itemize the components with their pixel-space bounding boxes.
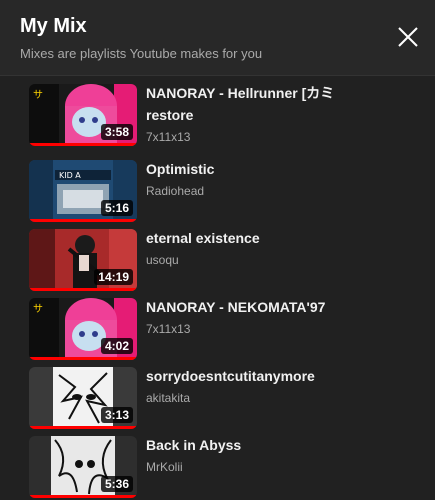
duration-badge: 14:19 [94, 269, 133, 285]
my-mix-panel: My Mix Mixes are playlists Youtube makes… [0, 0, 435, 500]
svg-text:サ: サ [33, 303, 43, 315]
video-title-line: restore [146, 107, 194, 123]
panel-header: My Mix Mixes are playlists Youtube makes… [0, 0, 435, 76]
channel-name[interactable]: Radiohead [146, 184, 416, 198]
channel-name[interactable]: akitakita [146, 391, 416, 405]
video-thumbnail[interactable]: サ 3:58 [29, 84, 137, 146]
video-thumbnail[interactable]: 5:36 [29, 436, 137, 498]
video-title-line: NANORAY - Hellrunner [カミ [146, 85, 335, 101]
duration-badge: 4:02 [100, 338, 133, 354]
duration-badge: 5:36 [100, 476, 133, 492]
video-info: eternal existence usoqu [146, 229, 416, 267]
video-info: NANORAY - NEKOMATA'97 7x11x13 [146, 298, 416, 336]
video-thumbnail[interactable]: サ 4:02 [29, 298, 137, 360]
playlist-item[interactable]: サ 4:02 NANORAY - NEKOMATA'97 7x11x13 [29, 298, 424, 360]
video-info: Optimistic Radiohead [146, 160, 416, 198]
video-info: NANORAY - Hellrunner [カミ restore 7x11x13 [146, 84, 416, 144]
panel-title: My Mix [20, 15, 87, 37]
playlist-item[interactable]: KID A 5:16 Optimistic Radiohead [29, 160, 424, 222]
playlist-item[interactable]: サ 3:58 NANORAY - Hellrunner [カミ restore … [29, 84, 424, 146]
duration-badge: 3:13 [100, 407, 133, 423]
video-title[interactable]: sorrydoesntcutitanymore [146, 365, 416, 387]
video-thumbnail[interactable]: KID A 5:16 [29, 160, 137, 222]
video-title[interactable]: NANORAY - NEKOMATA'97 [146, 296, 416, 318]
video-title[interactable]: Optimistic [146, 158, 416, 180]
watch-progress-bar [29, 426, 137, 429]
playlist-list: サ 3:58 NANORAY - Hellrunner [カミ restore … [0, 76, 435, 500]
playlist-item[interactable]: 5:36 Back in Abyss MrKolii [29, 436, 424, 498]
video-thumbnail[interactable]: 3:13 [29, 367, 137, 429]
channel-name[interactable]: MrKolii [146, 460, 416, 474]
video-title[interactable]: Back in Abyss [146, 434, 416, 456]
close-icon[interactable] [395, 24, 421, 50]
panel-subtitle: Mixes are playlists Youtube makes for yo… [20, 46, 263, 61]
video-title[interactable]: eternal existence [146, 227, 416, 249]
playlist-item[interactable]: 14:19 eternal existence usoqu [29, 229, 424, 291]
watch-progress-bar [29, 495, 137, 498]
playlist-item[interactable]: 3:13 sorrydoesntcutitanymore akitakita [29, 367, 424, 429]
video-thumbnail[interactable]: 14:19 [29, 229, 137, 291]
video-info: sorrydoesntcutitanymore akitakita [146, 367, 416, 405]
watch-progress-bar [29, 357, 137, 360]
duration-badge: 3:58 [100, 124, 133, 140]
watch-progress-bar [29, 143, 137, 146]
watch-progress-bar [29, 288, 137, 291]
channel-name[interactable]: usoqu [146, 253, 416, 267]
video-info: Back in Abyss MrKolii [146, 436, 416, 474]
svg-text:サ: サ [33, 89, 43, 101]
channel-name[interactable]: 7x11x13 [146, 322, 416, 336]
watch-progress-bar [29, 219, 137, 222]
duration-badge: 5:16 [100, 200, 133, 216]
svg-text:KID A: KID A [59, 171, 81, 180]
video-title[interactable]: NANORAY - Hellrunner [カミ restore [146, 82, 416, 126]
channel-name[interactable]: 7x11x13 [146, 130, 416, 144]
